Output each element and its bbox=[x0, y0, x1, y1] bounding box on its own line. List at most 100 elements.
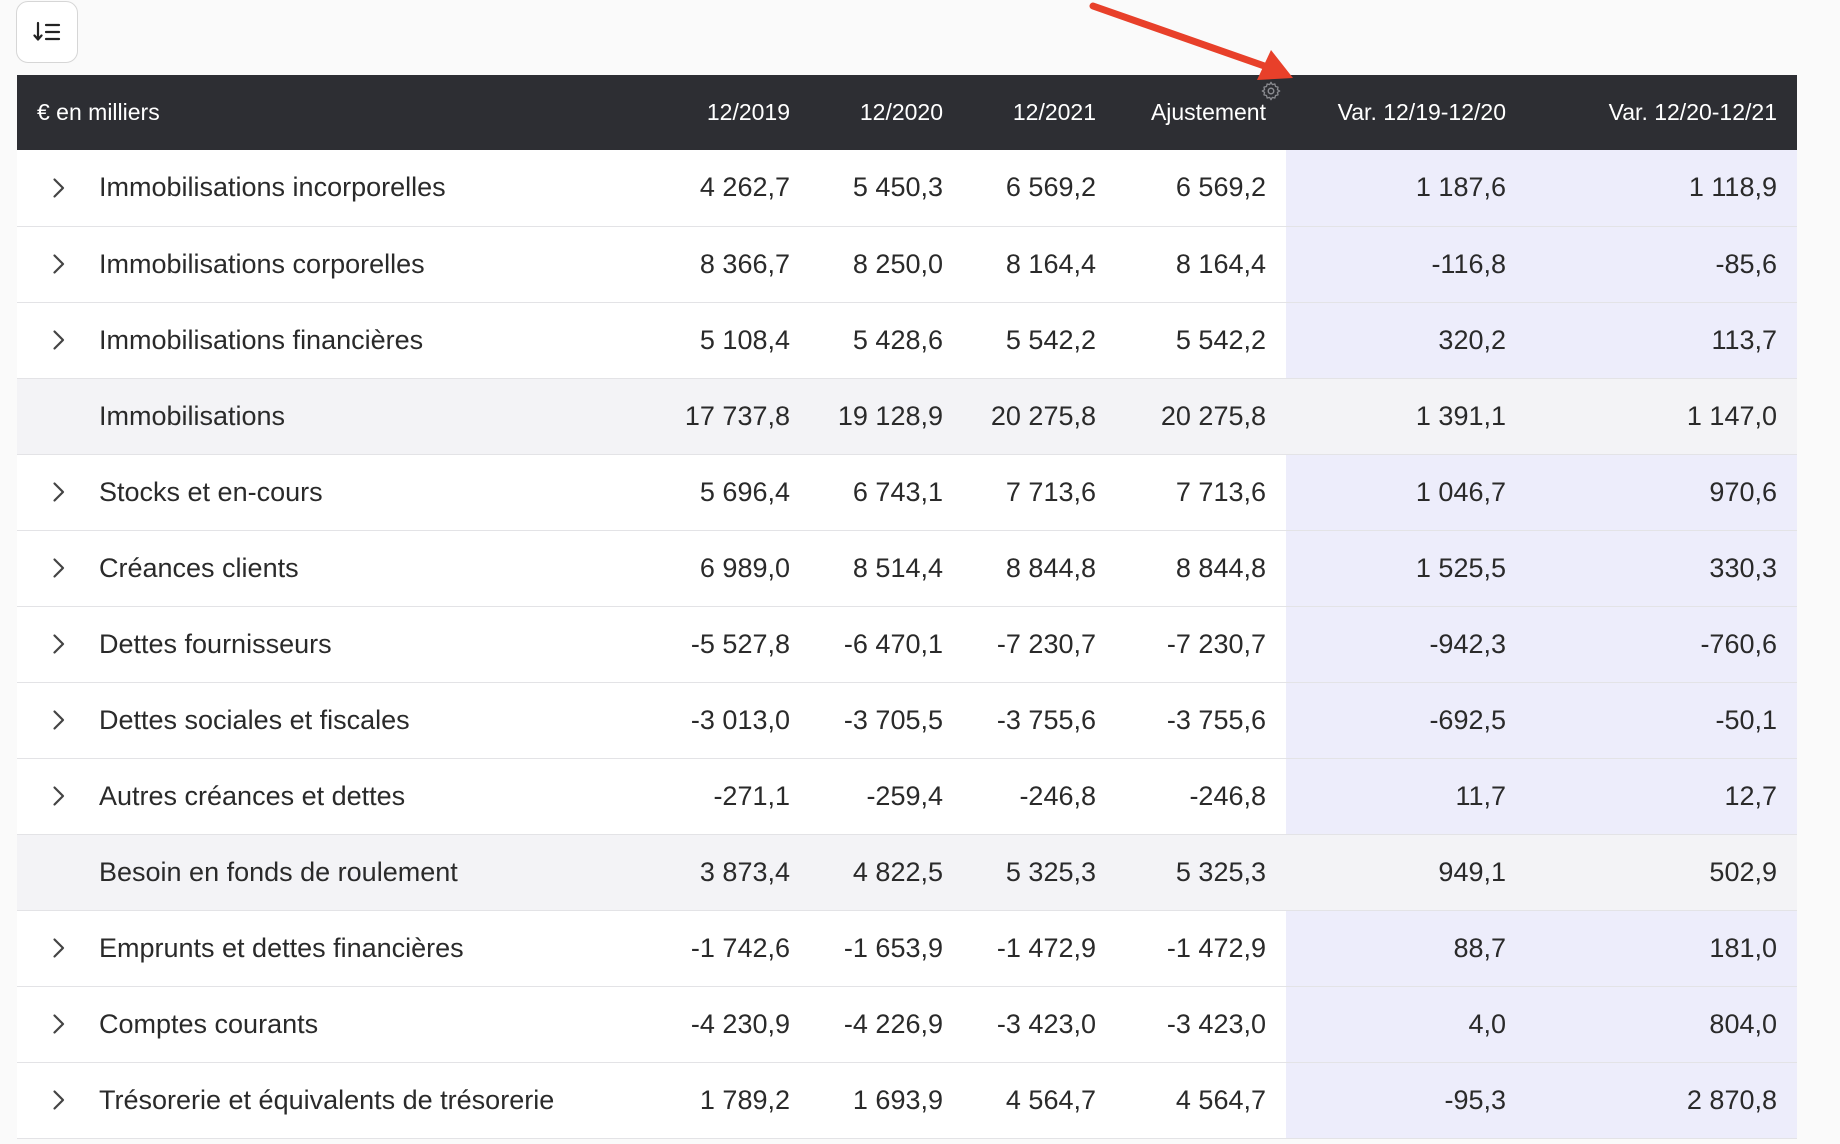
value-variation-2019-2020: 320,2 bbox=[1286, 302, 1526, 378]
expand-toggle[interactable] bbox=[17, 472, 99, 512]
value-adjustment: -246,8 bbox=[1189, 780, 1266, 811]
value-2021: 8 164,4 bbox=[1005, 248, 1096, 279]
value-variation-2019-2020: 1 391,1 bbox=[1286, 378, 1526, 454]
chevron-right-icon[interactable] bbox=[52, 633, 66, 655]
value-adjustment: -1 472,9 bbox=[1166, 932, 1266, 963]
table-body: Immobilisations incorporelles 4 262,7 5 45… bbox=[17, 150, 1797, 1138]
expand-toggle[interactable] bbox=[17, 1080, 99, 1120]
value-adjustment: 7 713,6 bbox=[1175, 476, 1266, 507]
header-row: € en milliers 12/2019 12/2020 12/2021 Aj… bbox=[17, 75, 1797, 150]
value-2019: 1 789,2 bbox=[699, 1084, 790, 1115]
financial-table-container: € en milliers 12/2019 12/2020 12/2021 Aj… bbox=[17, 75, 1797, 1139]
value-2021: -246,8 bbox=[1019, 780, 1096, 811]
column-header-variation-2019-2020[interactable]: Var. 12/19-12/20 bbox=[1286, 75, 1526, 150]
row-label-wrapper: Trésorerie et équivalents de trésorerie bbox=[17, 1080, 657, 1120]
value-adjustment: 8 844,8 bbox=[1175, 552, 1266, 583]
value-variation-2019-2020: 4,0 bbox=[1286, 986, 1526, 1062]
chevron-right-icon[interactable] bbox=[52, 937, 66, 959]
table-row[interactable]: Immobilisations financières 5 108,4 5 428,… bbox=[17, 302, 1797, 378]
chevron-right-icon[interactable] bbox=[52, 177, 66, 199]
row-label: Immobilisations bbox=[99, 400, 286, 431]
column-header-adjustment[interactable]: Ajustement bbox=[1116, 75, 1286, 150]
value-variation-2019-2020: -116,8 bbox=[1286, 226, 1526, 302]
column-header-unit[interactable]: € en milliers bbox=[17, 75, 657, 150]
value-variation-2019-2020: 11,7 bbox=[1286, 758, 1526, 834]
value-2020: 19 128,9 bbox=[810, 378, 963, 454]
table-row[interactable]: Créances clients 6 989,0 8 514,4 8 844,8 8 8… bbox=[17, 530, 1797, 606]
table-row[interactable]: Dettes fournisseurs -5 527,8 -6 470,1 -7 23… bbox=[17, 606, 1797, 682]
row-label: Comptes courants bbox=[99, 1008, 319, 1039]
column-header-2021[interactable]: 12/2021 bbox=[963, 75, 1116, 150]
column-header-2020[interactable]: 12/2020 bbox=[810, 75, 963, 150]
value-2021: -1 472,9 bbox=[996, 932, 1096, 963]
expand-toggle[interactable] bbox=[17, 168, 99, 208]
table-row[interactable]: Dettes sociales et fiscales -3 013,0 -3 70… bbox=[17, 682, 1797, 758]
value-2019: 4 262,7 bbox=[699, 172, 790, 203]
row-label-cell: Créances clients bbox=[17, 530, 657, 606]
row-label-cell: Immobilisations corporelles bbox=[17, 226, 657, 302]
value-2021: -3 423,0 bbox=[996, 1008, 1096, 1039]
row-label-wrapper: Immobilisations financières bbox=[17, 320, 657, 360]
row-label: Immobilisations incorporelles bbox=[99, 172, 446, 203]
table-row[interactable]: Immobilisations corporelles 8 366,7 8 250,… bbox=[17, 226, 1797, 302]
table-row[interactable]: Trésorerie et équivalents de trésorerie 1… bbox=[17, 1062, 1797, 1138]
column-header-2019[interactable]: 12/2019 bbox=[657, 75, 810, 150]
table-row[interactable]: Comptes courants -4 230,9 -4 226,9 -3 423,0… bbox=[17, 986, 1797, 1062]
value-variation-2020-2021: 330,3 bbox=[1526, 530, 1797, 606]
value-variation-2019-2020: -692,5 bbox=[1286, 682, 1526, 758]
table-row[interactable]: Emprunts et dettes financières -1 742,6 -1… bbox=[17, 910, 1797, 986]
value-2019: 17 737,8 bbox=[657, 378, 810, 454]
row-label-cell: Autres créances et dettes bbox=[17, 758, 657, 834]
value-adjustment: 20 275,8 bbox=[1116, 378, 1286, 454]
row-label-cell: Trésorerie et équivalents de trésorerie bbox=[17, 1062, 657, 1138]
value-variation-2019-2020: 1 046,7 bbox=[1286, 454, 1526, 530]
expand-toggle[interactable] bbox=[17, 244, 99, 284]
value-variation-2020-2021: 2 870,8 bbox=[1526, 1062, 1797, 1138]
sort-button[interactable] bbox=[16, 1, 78, 63]
row-label: Besoin en fonds de roulement bbox=[99, 856, 458, 887]
value-2020: -259,4 bbox=[866, 780, 943, 811]
value-variation-2020-2021: -760,6 bbox=[1526, 606, 1797, 682]
chevron-right-icon[interactable] bbox=[52, 329, 66, 351]
chevron-right-icon[interactable] bbox=[52, 709, 66, 731]
row-label-wrapper: Dettes sociales et fiscales bbox=[17, 700, 657, 740]
value-variation-2019-2020: -942,3 bbox=[1286, 606, 1526, 682]
gear-icon[interactable] bbox=[1260, 80, 1282, 102]
value-2021: 5 542,2 bbox=[1005, 324, 1096, 355]
value-adjustment: -3 755,6 bbox=[1166, 704, 1266, 735]
value-2020: -4 226,9 bbox=[843, 1008, 943, 1039]
value-2021: 7 713,6 bbox=[1005, 476, 1096, 507]
expand-toggle[interactable] bbox=[17, 700, 99, 740]
row-label-cell: Immobilisations bbox=[17, 378, 657, 454]
value-adjustment: -3 423,0 bbox=[1166, 1008, 1266, 1039]
expand-toggle[interactable] bbox=[17, 776, 99, 816]
chevron-right-icon[interactable] bbox=[52, 481, 66, 503]
value-2020: 8 250,0 bbox=[852, 248, 943, 279]
row-label-cell: Immobilisations financières bbox=[17, 302, 657, 378]
chevron-right-icon[interactable] bbox=[52, 253, 66, 275]
expand-toggle[interactable] bbox=[17, 548, 99, 588]
table-row-subtotal: Besoin en fonds de roulement 3 873,4 4 822… bbox=[17, 834, 1797, 910]
chevron-right-icon[interactable] bbox=[52, 557, 66, 579]
value-2021: 5 325,3 bbox=[963, 834, 1116, 910]
row-label-cell: Emprunts et dettes financières bbox=[17, 910, 657, 986]
chevron-right-icon[interactable] bbox=[52, 1089, 66, 1111]
value-2019: 3 873,4 bbox=[657, 834, 810, 910]
expand-toggle[interactable] bbox=[17, 320, 99, 360]
expand-toggle[interactable] bbox=[17, 1004, 99, 1044]
table-row[interactable]: Autres créances et dettes -271,1 -259,4 -24… bbox=[17, 758, 1797, 834]
chevron-right-icon[interactable] bbox=[52, 785, 66, 807]
row-label-wrapper: Immobilisations bbox=[17, 396, 657, 436]
expand-toggle[interactable] bbox=[17, 928, 99, 968]
row-label-wrapper: Stocks et en-cours bbox=[17, 472, 657, 512]
value-2020: -6 470,1 bbox=[843, 628, 943, 659]
table-row[interactable]: Immobilisations incorporelles 4 262,7 5 45… bbox=[17, 150, 1797, 226]
column-header-variation-2020-2021[interactable]: Var. 12/20-12/21 bbox=[1526, 75, 1797, 150]
value-2019: -271,1 bbox=[713, 780, 790, 811]
chevron-right-icon[interactable] bbox=[52, 1013, 66, 1035]
value-variation-2020-2021: 181,0 bbox=[1526, 910, 1797, 986]
expand-toggle[interactable] bbox=[17, 624, 99, 664]
table-row[interactable]: Stocks et en-cours 5 696,4 6 743,1 7 713,6 7… bbox=[17, 454, 1797, 530]
value-variation-2020-2021: 1 147,0 bbox=[1526, 378, 1797, 454]
value-adjustment: 6 569,2 bbox=[1175, 172, 1266, 203]
